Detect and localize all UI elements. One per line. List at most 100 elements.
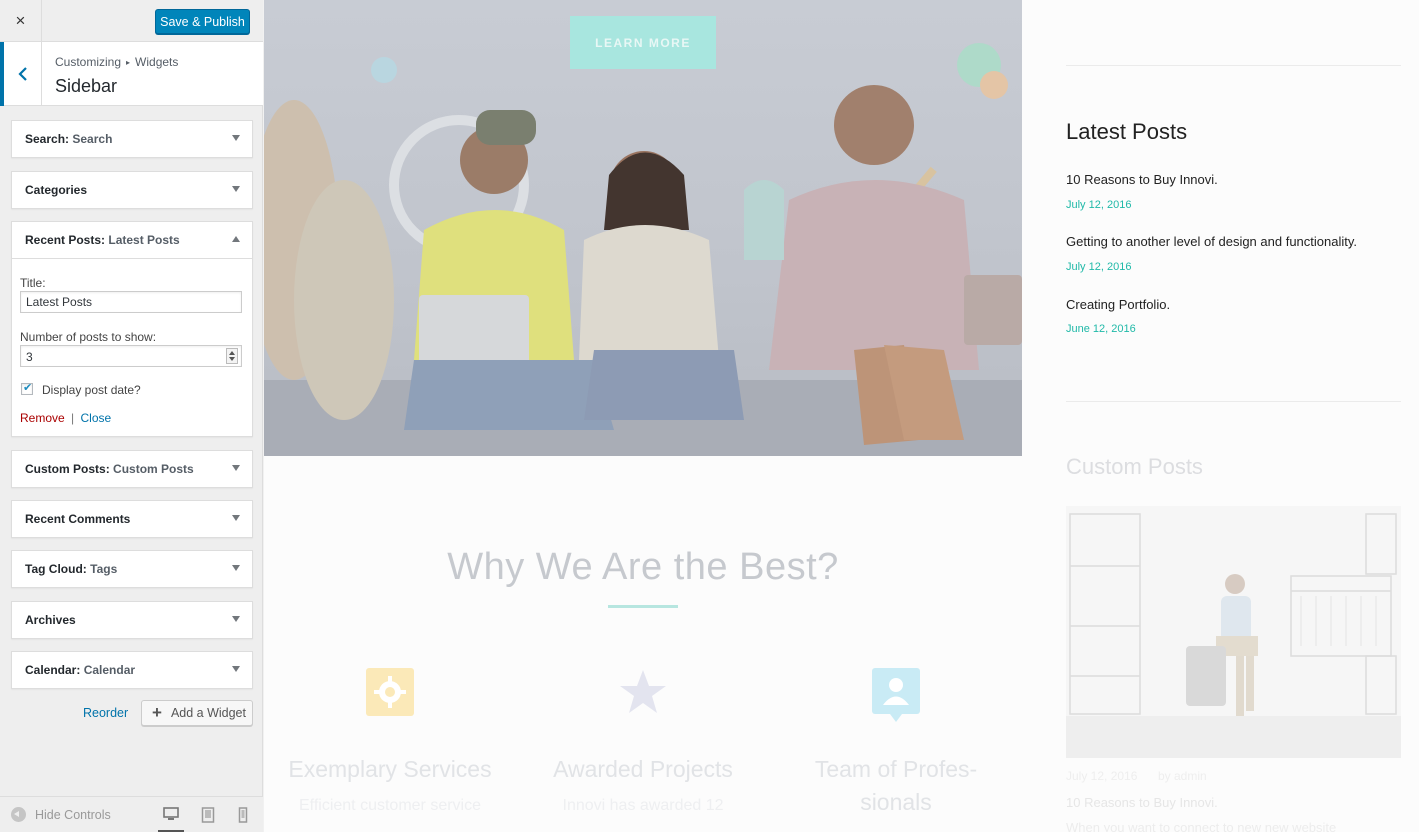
- latest-post-date: June 12, 2016: [1066, 323, 1136, 335]
- widget-categories-header[interactable]: Categories: [12, 172, 252, 208]
- latest-post-link[interactable]: Getting to another level of design and f…: [1066, 234, 1357, 249]
- latest-post-link[interactable]: 10 Reasons to Buy Innovi.: [1066, 172, 1218, 187]
- hide-controls-button[interactable]: Hide Controls: [11, 807, 111, 822]
- breadcrumb-separator: ▸: [126, 58, 131, 67]
- widget-archives: Archives: [11, 601, 253, 639]
- widget-name: Tag Cloud: [25, 562, 83, 576]
- learn-more-button[interactable]: LEARN MORE: [570, 16, 716, 69]
- tablet-icon: [201, 807, 215, 823]
- latest-post-date: July 12, 2016: [1066, 199, 1132, 211]
- preview-desktop-button[interactable]: [158, 805, 184, 832]
- add-widget-label: Add a Widget: [170, 706, 246, 720]
- latest-post-link[interactable]: Creating Portfolio.: [1066, 297, 1170, 312]
- custom-post-image[interactable]: [1066, 506, 1401, 758]
- sidebar-divider: [1066, 401, 1401, 402]
- expand-arrow-icon[interactable]: [232, 135, 240, 141]
- number-of-posts-input[interactable]: 3: [20, 345, 242, 367]
- collapse-arrow-icon[interactable]: [232, 236, 240, 242]
- expand-arrow-icon[interactable]: [232, 186, 240, 192]
- customizer-header: × Save & Publish: [0, 0, 263, 42]
- widget-recent-comments-header[interactable]: Recent Comments: [12, 501, 252, 537]
- title-label: Title:: [20, 276, 46, 290]
- latest-posts-title: Latest Posts: [1066, 119, 1188, 144]
- widget-instance-title: Tags: [90, 562, 118, 576]
- desktop-icon: [163, 807, 179, 820]
- widget-search-header[interactable]: Search: Search: [12, 121, 252, 157]
- add-widget-button[interactable]: + Add a Widget: [141, 700, 253, 726]
- expand-arrow-icon[interactable]: [232, 616, 240, 622]
- widget-recent-posts-header[interactable]: Recent Posts: Latest Posts: [12, 222, 252, 258]
- widget-instance-title: Calendar: [83, 663, 136, 677]
- custom-post-author: by admin: [1158, 769, 1207, 783]
- widget-name: Search: [25, 132, 66, 146]
- widget-calendar-header[interactable]: Calendar: Calendar: [12, 652, 252, 688]
- user-card-icon: [872, 668, 920, 722]
- breadcrumb-widgets: Widgets: [135, 55, 179, 69]
- title-input[interactable]: [20, 291, 242, 313]
- feature-title-services: Exemplary Services: [288, 756, 492, 782]
- hide-controls-label: Hide Controls: [35, 807, 111, 822]
- reorder-link[interactable]: Reorder: [83, 706, 128, 720]
- feature-team: [872, 668, 920, 722]
- feature-subtitle-projects: Innovi has awarded 12: [562, 797, 724, 814]
- widget-tag-cloud: Tag Cloud: Tags: [11, 550, 253, 588]
- back-button[interactable]: [0, 42, 42, 106]
- customizer-footer: Hide Controls: [0, 796, 263, 832]
- widget-tag-cloud-header[interactable]: Tag Cloud: Tags: [12, 551, 252, 587]
- widget-custom-posts-header[interactable]: Custom Posts: Custom Posts: [12, 451, 252, 487]
- title-underline: [608, 605, 678, 608]
- latest-post-date: July 12, 2016: [1066, 261, 1132, 273]
- widget-archives-header[interactable]: Archives: [12, 602, 252, 638]
- expand-arrow-icon[interactable]: [232, 465, 240, 471]
- man-in-closet-illustration: [1066, 513, 1401, 758]
- sidebar-divider: [1066, 65, 1401, 66]
- mobile-icon: [238, 807, 248, 823]
- widget-name: Recent Comments: [25, 512, 131, 526]
- feature-subtitle-services: Efficient customer service: [299, 797, 481, 814]
- preview-tablet-button[interactable]: [200, 805, 216, 823]
- custom-post-link[interactable]: 10 Reasons to Buy Innovi.: [1066, 795, 1218, 810]
- widget-calendar: Calendar: Calendar: [11, 651, 253, 689]
- expand-arrow-icon[interactable]: [232, 515, 240, 521]
- widget-control-actions: Remove | Close: [20, 411, 111, 425]
- feature-title-projects: Awarded Projects: [553, 756, 733, 782]
- collapse-icon: [11, 807, 26, 822]
- site-preview: LEARN MORE Why We Are the Best? Exemplar…: [264, 0, 1419, 832]
- preview-mobile-button[interactable]: [236, 805, 250, 823]
- breadcrumb: Customizing ▸ Widgets: [55, 55, 178, 69]
- widget-name: Custom Posts: [25, 462, 106, 476]
- custom-posts-title: Custom Posts: [1066, 454, 1203, 479]
- remove-widget-link[interactable]: Remove: [20, 411, 65, 425]
- widget-instance-title: Search: [72, 132, 113, 146]
- widget-categories: Categories: [11, 171, 253, 209]
- expand-arrow-icon[interactable]: [232, 666, 240, 672]
- chevron-left-icon: [17, 67, 27, 81]
- widget-recent-posts: Recent Posts: Latest Posts Title: Number…: [11, 221, 253, 437]
- close-icon: ×: [15, 11, 26, 30]
- widget-recent-comments: Recent Comments: [11, 500, 253, 538]
- widget-name: Archives: [25, 613, 76, 627]
- why-section-title: Why We Are the Best?: [447, 546, 839, 588]
- feature-title-team-line2: sionals: [860, 789, 932, 815]
- widget-recent-posts-form: Title: Number of posts to show: 3 Displa…: [12, 258, 252, 436]
- save-publish-button[interactable]: Save & Publish: [155, 9, 250, 34]
- widget-name: Categories: [25, 183, 88, 197]
- section-header: Customizing ▸ Widgets Sidebar: [0, 42, 263, 106]
- custom-post-date: July 12, 2016: [1066, 769, 1138, 783]
- widget-instance-title: Latest Posts: [108, 233, 180, 247]
- close-customizer-button[interactable]: ×: [0, 0, 42, 42]
- star-icon: [620, 670, 666, 713]
- feature-title-team: Team of Profes- sionals: [776, 753, 1016, 819]
- close-widget-link[interactable]: Close: [81, 411, 112, 425]
- show-date-label: Display post date?: [42, 383, 141, 397]
- widget-name: Recent Posts: [25, 233, 102, 247]
- feature-title-team-line1: Team of Profes-: [814, 756, 978, 782]
- number-spinner[interactable]: [226, 348, 238, 364]
- section-title: Sidebar: [55, 76, 118, 96]
- expand-arrow-icon[interactable]: [232, 565, 240, 571]
- custom-post-excerpt: When you want to connect to new new webs…: [1066, 820, 1337, 832]
- number-value: 3: [26, 350, 33, 364]
- widget-instance-title: Custom Posts: [113, 462, 194, 476]
- customizer-panel: × Save & Publish Customizing ▸ Widgets Sid…: [0, 0, 263, 832]
- show-date-checkbox[interactable]: [21, 381, 33, 395]
